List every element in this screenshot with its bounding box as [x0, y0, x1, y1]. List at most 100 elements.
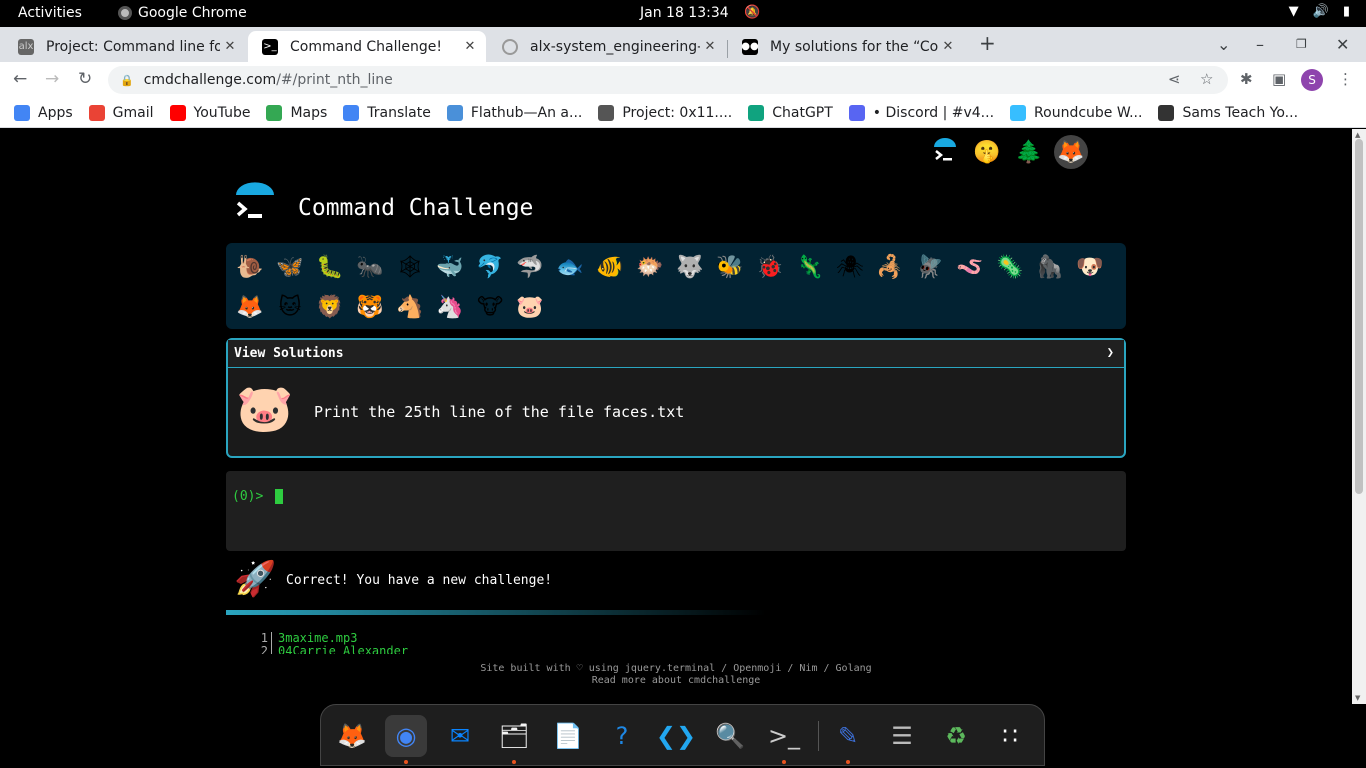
- terminal-logo-icon[interactable]: [928, 135, 962, 169]
- whale-icon[interactable]: 🐳: [432, 249, 468, 285]
- fox-icon[interactable]: 🦊: [232, 289, 268, 325]
- help-icon[interactable]: ?: [601, 715, 643, 757]
- restore-icon[interactable]: ❐: [1296, 37, 1307, 51]
- output-line: 2 04Carrie Alexander: [258, 645, 558, 654]
- dog-icon[interactable]: 🐶: [1072, 249, 1108, 285]
- tab-project-command-line[interactable]: alx Project: Command line for ✕: [4, 31, 246, 62]
- page-scrollbar[interactable]: ▲ ▼: [1352, 129, 1366, 704]
- lion-icon[interactable]: 🦁: [312, 289, 348, 325]
- app-menu[interactable]: Google Chrome: [118, 5, 247, 21]
- bee-icon[interactable]: 🐝: [712, 249, 748, 285]
- tab-alx-system-engineering[interactable]: alx-system_engineering-d ✕: [488, 31, 726, 62]
- minimize-icon[interactable]: –: [1256, 35, 1264, 54]
- gorilla-icon[interactable]: 🦍: [1032, 249, 1068, 285]
- roundcube-icon: [1010, 104, 1027, 121]
- close-window-icon[interactable]: ✕: [1336, 35, 1349, 54]
- files-icon[interactable]: 🗂: [493, 715, 535, 757]
- cow-icon[interactable]: 🐮: [472, 289, 508, 325]
- text-editor-icon[interactable]: ✎: [827, 715, 869, 757]
- lizard-icon[interactable]: 🦎: [792, 249, 828, 285]
- ladybug-icon[interactable]: 🐞: [752, 249, 788, 285]
- thunderbird-icon[interactable]: ✉: [439, 715, 481, 757]
- wolf-icon[interactable]: 🐺: [672, 249, 708, 285]
- tab-command-challenge[interactable]: >_ Command Challenge! ✕: [248, 31, 486, 62]
- bookmark-item[interactable]: Roundcube W...: [1010, 104, 1142, 121]
- ant-icon[interactable]: 🐜: [352, 249, 388, 285]
- bookmark-item[interactable]: • Discord | #v4...: [848, 104, 994, 121]
- firefox-icon[interactable]: 🦊: [331, 715, 373, 757]
- bookmark-item[interactable]: Sams Teach Yo...: [1158, 104, 1298, 121]
- new-tab-plus-icon[interactable]: +: [979, 31, 996, 55]
- blowfish-icon[interactable]: 🐡: [632, 249, 668, 285]
- bookmark-label: Translate: [367, 104, 431, 121]
- writer-icon[interactable]: 📄: [547, 715, 589, 757]
- reload-icon[interactable]: ↻: [78, 69, 92, 89]
- tab-my-solutions[interactable]: ●● My solutions for the “Com ✕: [728, 31, 964, 62]
- menu-kebab-icon[interactable]: ⋮: [1338, 70, 1353, 88]
- image-viewer-icon[interactable]: 🔍: [709, 715, 751, 757]
- bookmark-item[interactable]: Flathub—An a...: [446, 104, 582, 121]
- vscode-icon[interactable]: ❮❯: [655, 715, 697, 757]
- system-tray[interactable]: ▼ 🔊 ▮: [1289, 4, 1350, 19]
- bookmark-item[interactable]: Maps: [266, 104, 327, 121]
- bookmark-item[interactable]: Gmail: [88, 104, 154, 121]
- toolbar: ← → ↻ 🔒 cmdchallenge.com/#/print_nth_lin…: [0, 62, 1366, 98]
- fly-icon[interactable]: 🪰: [912, 249, 948, 285]
- view-solutions-toggle[interactable]: View Solutions ❯: [228, 340, 1124, 368]
- scorpion-icon[interactable]: 🦂: [872, 249, 908, 285]
- activities-button[interactable]: Activities: [18, 5, 82, 21]
- cat-icon[interactable]: 🐱: [272, 289, 308, 325]
- worm-icon[interactable]: 🪱: [952, 249, 988, 285]
- extensions-puzzle-icon[interactable]: ✱: [1240, 70, 1253, 88]
- unicorn-icon[interactable]: 🦄: [432, 289, 468, 325]
- horse-icon[interactable]: 🐴: [392, 289, 428, 325]
- footer-read-more-link[interactable]: Read more about cmdchallenge: [0, 675, 1352, 687]
- address-bar[interactable]: 🔒 cmdchallenge.com/#/print_nth_line: [108, 66, 1228, 94]
- show-apps-icon[interactable]: ∷: [989, 715, 1031, 757]
- pig-icon[interactable]: 🐷: [512, 289, 548, 325]
- snail-icon[interactable]: 🐌: [232, 249, 268, 285]
- shushing-face-icon[interactable]: 🤫: [970, 135, 1004, 169]
- bookmark-item[interactable]: ChatGPT: [748, 104, 833, 121]
- fish-icon[interactable]: 🐟: [552, 249, 588, 285]
- chrome-icon[interactable]: ◉: [385, 715, 427, 757]
- bookmark-star-icon[interactable]: ☆: [1200, 70, 1213, 88]
- tiger-icon[interactable]: 🐯: [352, 289, 388, 325]
- spider-web-icon[interactable]: 🕸: [392, 249, 428, 285]
- close-tab-icon[interactable]: ✕: [460, 39, 480, 54]
- trash-icon[interactable]: ♻: [935, 715, 977, 757]
- shark-icon[interactable]: 🦈: [512, 249, 548, 285]
- envelope-icon[interactable]: ✉: [1096, 135, 1130, 169]
- clock[interactable]: Jan 18 13:34: [640, 5, 729, 21]
- settings-list-icon[interactable]: ☰: [881, 715, 923, 757]
- terminal-icon[interactable]: >_: [763, 715, 805, 757]
- caterpillar-icon[interactable]: 🐛: [312, 249, 348, 285]
- profile-avatar[interactable]: S: [1301, 69, 1323, 91]
- terminal-input[interactable]: (0)>: [226, 471, 1126, 551]
- scroll-down-arrow-icon[interactable]: ▼: [1355, 694, 1360, 702]
- close-tab-icon[interactable]: ✕: [700, 39, 720, 54]
- bookmark-item[interactable]: Apps: [14, 104, 73, 121]
- scrollbar-thumb[interactable]: [1355, 139, 1363, 494]
- close-tab-icon[interactable]: ✕: [220, 39, 240, 54]
- tab-search-chevron-icon[interactable]: ⌄: [1217, 35, 1230, 54]
- share-icon[interactable]: ⋖: [1168, 70, 1181, 88]
- back-arrow-icon[interactable]: ←: [13, 69, 27, 89]
- butterfly-icon[interactable]: 🦋: [272, 249, 308, 285]
- bookmark-item[interactable]: YouTube: [169, 104, 250, 121]
- dolphin-icon[interactable]: 🐬: [472, 249, 508, 285]
- bookmark-item[interactable]: Translate: [343, 104, 431, 121]
- bookmark-item[interactable]: Project: 0x11....: [598, 104, 732, 121]
- tree-icon[interactable]: 🌲: [1012, 135, 1046, 169]
- view-solutions-label: View Solutions: [234, 346, 344, 361]
- tropical-fish-icon[interactable]: 🐠: [592, 249, 628, 285]
- lock-icon[interactable]: 🔒: [120, 74, 134, 87]
- spider-icon[interactable]: 🕷: [832, 249, 868, 285]
- side-panel-icon[interactable]: ▣: [1272, 70, 1286, 88]
- close-tab-icon[interactable]: ✕: [938, 39, 958, 54]
- page-title: Command Challenge: [298, 195, 534, 221]
- scroll-up-arrow-icon[interactable]: ▲: [1355, 131, 1360, 139]
- microbe-icon[interactable]: 🦠: [992, 249, 1028, 285]
- forward-arrow-icon[interactable]: →: [45, 69, 59, 89]
- gitlab-icon[interactable]: 🦊: [1054, 135, 1088, 169]
